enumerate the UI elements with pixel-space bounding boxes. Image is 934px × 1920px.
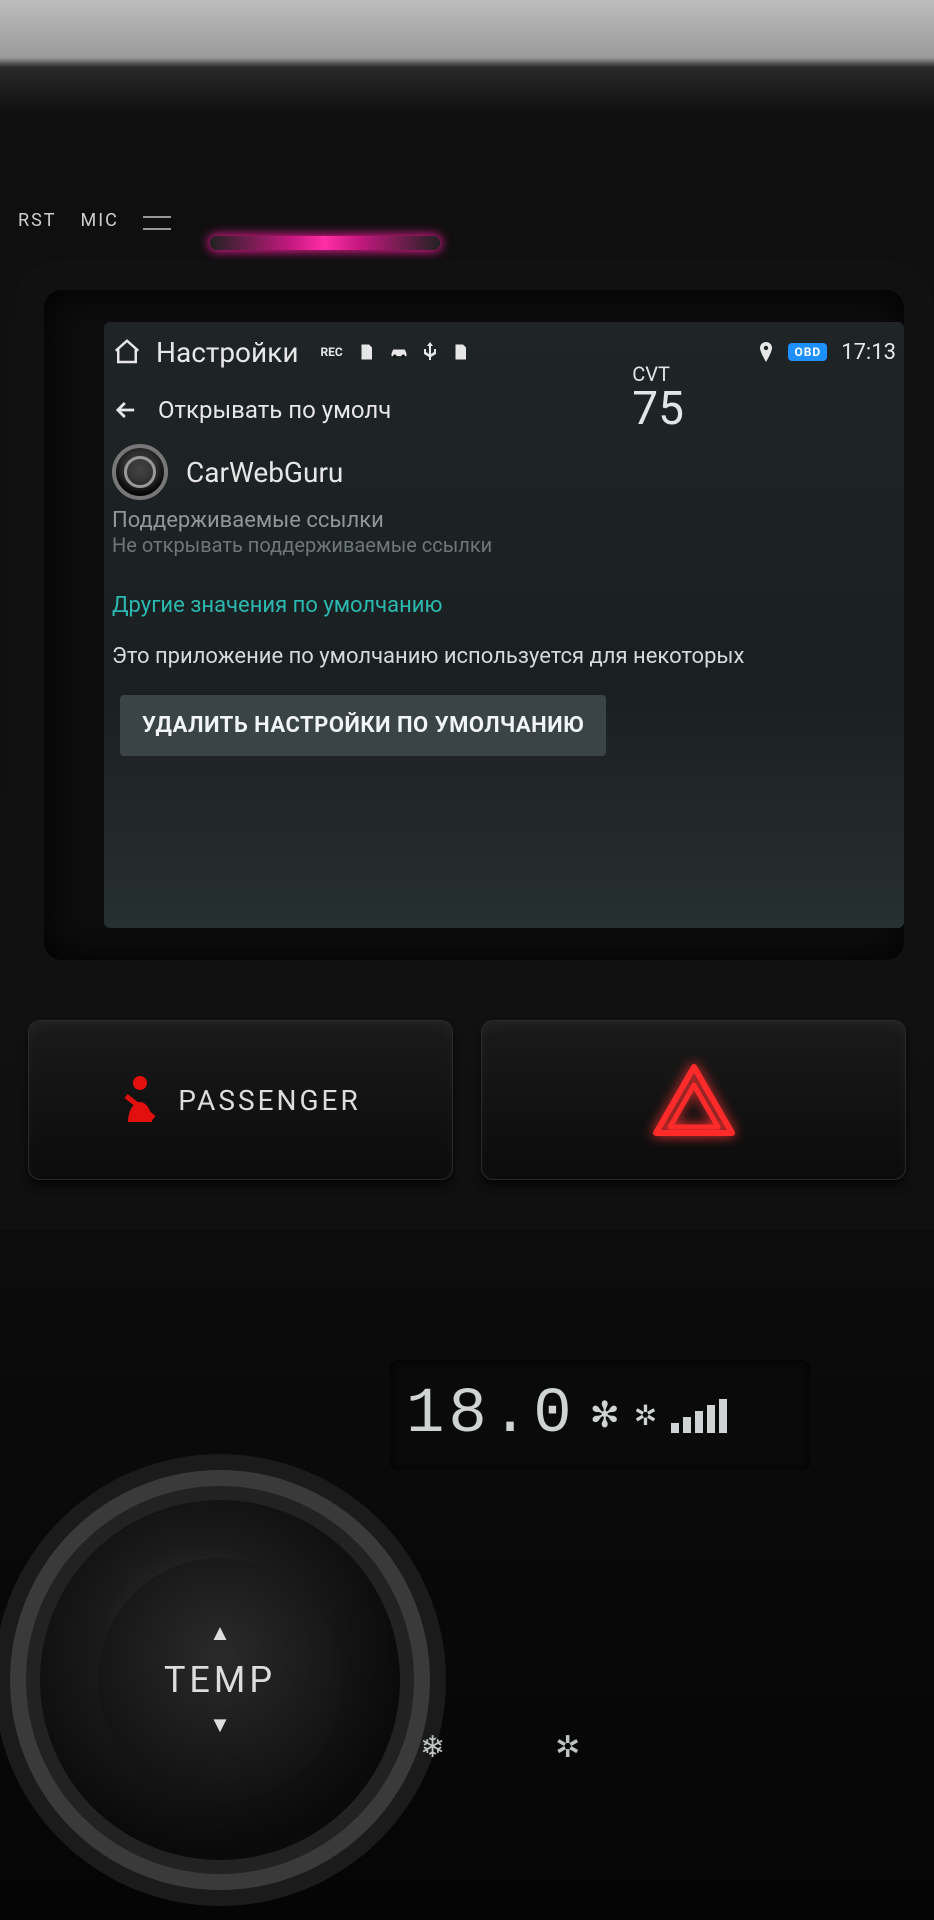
hazard-icon: [652, 1063, 736, 1137]
fan-icon: ✲: [634, 1399, 657, 1432]
snowflake-icon: ✻: [590, 1394, 620, 1436]
climate-mode-icons: ❄ ✲: [420, 1730, 580, 1765]
headunit-screen: Настройки REC: [104, 322, 904, 928]
temp-up-icon: ▲: [209, 1623, 231, 1645]
location-icon: [758, 342, 774, 362]
defaults-section-header: Другие значения по умолчанию: [112, 593, 896, 618]
hazard-button[interactable]: [481, 1020, 906, 1180]
climate-lcd: 18.0 ✻ ✲: [390, 1360, 810, 1470]
ac-snowflake-icon[interactable]: ❄: [420, 1730, 445, 1765]
bezel-mic-label: MIC: [81, 210, 119, 231]
home-icon[interactable]: [112, 337, 142, 367]
mic-slots-icon: [143, 216, 171, 230]
obd-badge: OBD: [788, 343, 827, 361]
seatbelt-icon: [120, 1074, 160, 1126]
passenger-label: PASSENGER: [178, 1084, 360, 1117]
app-name: CarWebGuru: [186, 456, 343, 489]
subbar-title: Открывать по умолч: [158, 396, 391, 424]
back-icon[interactable]: [112, 396, 140, 424]
supported-links-row[interactable]: Поддерживаемые ссылки Не открывать подде…: [104, 500, 904, 557]
app-icon: [112, 444, 168, 500]
status-bar: Настройки REC: [104, 322, 904, 382]
app-header: CarWebGuru: [104, 438, 904, 500]
dash-button-row: PASSENGER: [0, 1020, 934, 1180]
rec-icon: REC: [320, 345, 342, 359]
defaults-section-body: Это приложение по умолчанию используется…: [112, 644, 896, 669]
supported-links-sub: Не открывать поддерживаемые ссылки: [112, 533, 896, 557]
climate-temp-value: 18.0: [406, 1379, 576, 1451]
usb-icon: [423, 342, 437, 362]
clear-defaults-button[interactable]: УДАЛИТЬ НАСТРОЙКИ ПО УМОЛЧАНИЮ: [120, 695, 606, 756]
temp-down-icon: ▼: [209, 1715, 231, 1737]
temp-knob[interactable]: ▲ TEMP ▼: [40, 1500, 400, 1860]
cvt-value: 75: [632, 386, 684, 432]
bezel-labels: RST MIC: [18, 210, 171, 231]
bezel-rst-label: RST: [18, 210, 57, 231]
sd-card-icon: [357, 343, 375, 361]
status-clock: 17:13: [841, 340, 896, 365]
ac-fan-icon[interactable]: ✲: [555, 1730, 580, 1765]
climate-panel: 18.0 ✻ ✲ ▲ TEMP ▼ ❄ ✲: [0, 1230, 934, 1920]
fan-speed-bars: [671, 1397, 727, 1433]
disc-slot: [210, 236, 440, 250]
passenger-seatbelt-button[interactable]: PASSENGER: [28, 1020, 453, 1180]
supported-links-title: Поддерживаемые ссылки: [112, 508, 896, 533]
headunit-frame: Настройки REC: [44, 290, 904, 960]
defaults-section: Другие значения по умолчанию Это приложе…: [104, 557, 904, 756]
temp-knob-label: TEMP: [164, 1659, 276, 1701]
sub-bar: Открывать по умолч: [104, 382, 904, 438]
car-icon: [389, 345, 409, 359]
statusbar-title: Настройки: [156, 336, 298, 369]
sd-card-2-icon: [451, 343, 469, 361]
photo-root: RST MIC Настройки REC: [0, 0, 934, 1920]
cvt-overlay: CVT 75: [632, 362, 684, 432]
statusbar-icons: REC: [320, 342, 468, 362]
